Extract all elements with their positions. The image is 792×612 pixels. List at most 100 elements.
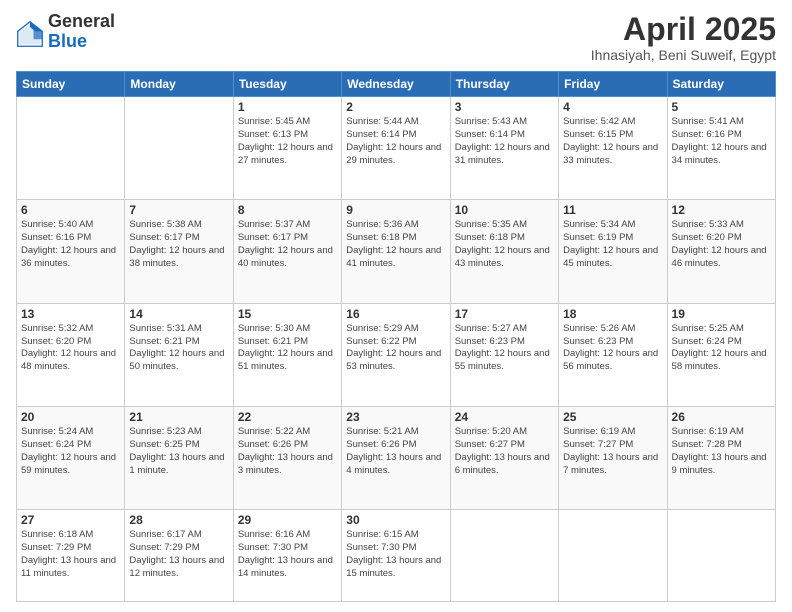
table-row [667, 510, 775, 602]
day-number: 26 [672, 410, 771, 424]
table-row: 19 Sunrise: 5:25 AM Sunset: 6:24 PM Dayli… [667, 303, 775, 406]
day-info: Sunrise: 5:29 AM Sunset: 6:22 PM Dayligh… [346, 323, 445, 374]
table-row: 24 Sunrise: 5:20 AM Sunset: 6:27 PM Dayli… [450, 407, 558, 510]
calendar-table: Sunday Monday Tuesday Wednesday Thursday… [16, 71, 776, 602]
day-number: 5 [672, 100, 771, 114]
day-number: 16 [346, 307, 445, 321]
day-number: 21 [129, 410, 228, 424]
table-row: 15Sunrise: 5:30 AM Sunset: 6:21 PM Dayli… [233, 303, 341, 406]
logo-text: General Blue [48, 12, 115, 52]
day-number: 25 [563, 410, 662, 424]
day-info: Sunrise: 5:37 AM Sunset: 6:17 PM Dayligh… [238, 219, 337, 270]
calendar-header-row: Sunday Monday Tuesday Wednesday Thursday… [17, 72, 776, 97]
day-number: 29 [238, 513, 337, 527]
day-info: Sunrise: 5:24 AM Sunset: 6:24 PM Dayligh… [21, 426, 120, 477]
day-info: Sunrise: 5:33 AM Sunset: 6:20 PM Dayligh… [672, 219, 771, 270]
day-number: 4 [563, 100, 662, 114]
day-info: Sunrise: 5:23 AM Sunset: 6:25 PM Dayligh… [129, 426, 228, 477]
table-row [17, 97, 125, 200]
day-number: 12 [672, 203, 771, 217]
day-number: 8 [238, 203, 337, 217]
day-number: 27 [21, 513, 120, 527]
table-row: 22 Sunrise: 5:22 AM Sunset: 6:26 PM Dayli… [233, 407, 341, 510]
header: General Blue April 2025 Ihnasiyah, Beni … [16, 12, 776, 63]
table-row: 26 Sunrise: 6:19 AM Sunset: 7:28 PM Dayli… [667, 407, 775, 510]
day-number: 9 [346, 203, 445, 217]
day-number: 24 [455, 410, 554, 424]
table-row: 23 Sunrise: 5:21 AM Sunset: 6:26 PM Dayli… [342, 407, 450, 510]
day-info: Sunrise: 5:35 AM Sunset: 6:18 PM Dayligh… [455, 219, 554, 270]
page: General Blue April 2025 Ihnasiyah, Beni … [0, 0, 792, 612]
day-info: Sunrise: 5:34 AM Sunset: 6:19 PM Dayligh… [563, 219, 662, 270]
table-row [559, 510, 667, 602]
day-info: Sunrise: 5:30 AM Sunset: 6:21 PM Dayligh… [238, 323, 337, 374]
day-info: Sunrise: 6:15 AM Sunset: 7:30 PM Dayligh… [346, 529, 445, 580]
table-row: 9 Sunrise: 5:36 AM Sunset: 6:18 PM Daylig… [342, 200, 450, 303]
day-number: 28 [129, 513, 228, 527]
col-monday: Monday [125, 72, 233, 97]
day-info: Sunrise: 5:26 AM Sunset: 6:23 PM Dayligh… [563, 323, 662, 374]
day-info: Sunrise: 6:16 AM Sunset: 7:30 PM Dayligh… [238, 529, 337, 580]
day-info: Sunrise: 6:18 AM Sunset: 7:29 PM Dayligh… [21, 529, 120, 580]
day-info: Sunrise: 5:25 AM Sunset: 6:24 PM Dayligh… [672, 323, 771, 374]
day-number: 30 [346, 513, 445, 527]
col-friday: Friday [559, 72, 667, 97]
calendar-title: April 2025 [591, 12, 776, 47]
day-number: 1 [238, 100, 337, 114]
day-info: Sunrise: 5:31 AM Sunset: 6:21 PM Dayligh… [129, 323, 228, 374]
day-info: Sunrise: 5:32 AM Sunset: 6:20 PM Dayligh… [21, 323, 120, 374]
day-number: 14 [129, 307, 228, 321]
table-row: 1 Sunrise: 5:45 AM Sunset: 6:13 PM Daylig… [233, 97, 341, 200]
logo: General Blue [16, 12, 115, 52]
day-info: Sunrise: 5:20 AM Sunset: 6:27 PM Dayligh… [455, 426, 554, 477]
day-number: 7 [129, 203, 228, 217]
day-number: 3 [455, 100, 554, 114]
day-number: 6 [21, 203, 120, 217]
logo-general-text: General [48, 12, 115, 32]
table-row: 5Sunrise: 5:41 AM Sunset: 6:16 PM Daylig… [667, 97, 775, 200]
table-row [125, 97, 233, 200]
table-row: 29 Sunrise: 6:16 AM Sunset: 7:30 PM Dayli… [233, 510, 341, 602]
day-info: Sunrise: 5:27 AM Sunset: 6:23 PM Dayligh… [455, 323, 554, 374]
logo-icon [16, 20, 44, 48]
table-row: 17Sunrise: 5:27 AM Sunset: 6:23 PM Dayli… [450, 303, 558, 406]
day-number: 18 [563, 307, 662, 321]
day-info: Sunrise: 5:45 AM Sunset: 6:13 PM Dayligh… [238, 116, 337, 167]
day-number: 2 [346, 100, 445, 114]
table-row: 12 Sunrise: 5:33 AM Sunset: 6:20 PM Dayli… [667, 200, 775, 303]
day-info: Sunrise: 5:44 AM Sunset: 6:14 PM Dayligh… [346, 116, 445, 167]
table-row: 11 Sunrise: 5:34 AM Sunset: 6:19 PM Dayli… [559, 200, 667, 303]
logo-blue-text: Blue [48, 32, 115, 52]
title-block: April 2025 Ihnasiyah, Beni Suweif, Egypt [591, 12, 776, 63]
table-row: 27 Sunrise: 6:18 AM Sunset: 7:29 PM Dayli… [17, 510, 125, 602]
table-row: 3 Sunrise: 5:43 AM Sunset: 6:14 PM Daylig… [450, 97, 558, 200]
table-row: 25Sunrise: 6:19 AM Sunset: 7:27 PM Dayli… [559, 407, 667, 510]
table-row: 14 Sunrise: 5:31 AM Sunset: 6:21 PM Dayli… [125, 303, 233, 406]
table-row: 7Sunrise: 5:38 AM Sunset: 6:17 PM Daylig… [125, 200, 233, 303]
day-number: 10 [455, 203, 554, 217]
day-info: Sunrise: 5:42 AM Sunset: 6:15 PM Dayligh… [563, 116, 662, 167]
day-info: Sunrise: 5:43 AM Sunset: 6:14 PM Dayligh… [455, 116, 554, 167]
table-row: 21 Sunrise: 5:23 AM Sunset: 6:25 PM Dayli… [125, 407, 233, 510]
day-number: 13 [21, 307, 120, 321]
day-info: Sunrise: 5:22 AM Sunset: 6:26 PM Dayligh… [238, 426, 337, 477]
table-row: 4 Sunrise: 5:42 AM Sunset: 6:15 PM Daylig… [559, 97, 667, 200]
day-number: 19 [672, 307, 771, 321]
table-row [450, 510, 558, 602]
table-row: 2 Sunrise: 5:44 AM Sunset: 6:14 PM Daylig… [342, 97, 450, 200]
table-row: 6 Sunrise: 5:40 AM Sunset: 6:16 PM Daylig… [17, 200, 125, 303]
day-info: Sunrise: 5:21 AM Sunset: 6:26 PM Dayligh… [346, 426, 445, 477]
day-info: Sunrise: 5:36 AM Sunset: 6:18 PM Dayligh… [346, 219, 445, 270]
day-number: 22 [238, 410, 337, 424]
day-number: 23 [346, 410, 445, 424]
table-row: 10 Sunrise: 5:35 AM Sunset: 6:18 PM Dayli… [450, 200, 558, 303]
day-info: Sunrise: 6:19 AM Sunset: 7:28 PM Dayligh… [672, 426, 771, 477]
col-sunday: Sunday [17, 72, 125, 97]
col-saturday: Saturday [667, 72, 775, 97]
col-tuesday: Tuesday [233, 72, 341, 97]
calendar-location: Ihnasiyah, Beni Suweif, Egypt [591, 47, 776, 63]
day-info: Sunrise: 5:40 AM Sunset: 6:16 PM Dayligh… [21, 219, 120, 270]
day-number: 11 [563, 203, 662, 217]
table-row: 20 Sunrise: 5:24 AM Sunset: 6:24 PM Dayli… [17, 407, 125, 510]
day-number: 20 [21, 410, 120, 424]
